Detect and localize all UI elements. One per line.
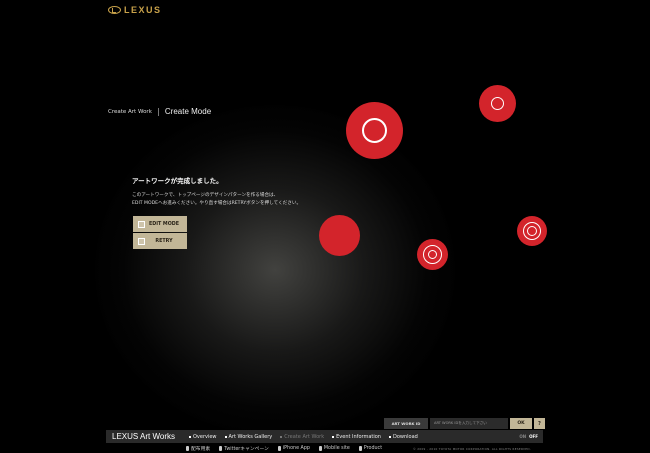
sub-link-distribution[interactable]: 配布用素: [186, 445, 210, 452]
sub-link-label: Twitterキャンペーン: [224, 447, 269, 452]
sub-link-label: iPhone App: [282, 446, 310, 451]
retry-label: RETRY: [155, 238, 173, 244]
sub-link-label: 配布用素: [191, 447, 211, 452]
completion-message-line2: EDIT MODEへお進みください。やり直す場合はRETRYボタンを押してくださ…: [132, 201, 302, 206]
circle-ring-inner: [428, 250, 437, 259]
breadcrumb-separator: [157, 107, 159, 116]
art-circle-large[interactable]: [346, 102, 403, 159]
file-icon: [186, 446, 189, 451]
sub-link-product[interactable]: Product: [358, 445, 383, 452]
breadcrumb: Create Art Work Create Mode: [108, 107, 211, 116]
completion-message: このアートワークで、トップページのデザインパターンを作る場合は、 EDIT MO…: [132, 192, 352, 208]
car-icon: [358, 446, 362, 451]
logo-text: LEXUS: [124, 5, 162, 15]
nav-overview[interactable]: Overview: [189, 434, 217, 440]
art-circle-solid[interactable]: [319, 215, 360, 256]
footer-nav: LEXUS Art Works Overview Art Works Galle…: [106, 430, 543, 443]
nav-download[interactable]: Download: [389, 434, 418, 440]
artwork-id-label: ART WORK ID: [384, 418, 428, 429]
circle-ring: [491, 97, 504, 110]
nav-brand[interactable]: LEXUS Art Works: [112, 432, 175, 441]
art-circle-double[interactable]: [417, 239, 448, 270]
sound-toggle[interactable]: ON OFF: [519, 434, 538, 439]
sub-link-iphone[interactable]: iPhone App: [277, 445, 310, 452]
sub-links: 配布用素 Twitterキャンペーン iPhone App Mobile sit…: [186, 445, 382, 452]
toggle-off[interactable]: OFF: [529, 434, 538, 439]
phone-icon: [277, 446, 281, 451]
lexus-logo[interactable]: LEXUS: [108, 5, 162, 15]
edit-mode-label: EDIT MODE: [148, 221, 180, 227]
artwork-ok-button[interactable]: OK: [510, 418, 532, 429]
edit-icon: [138, 220, 145, 228]
artwork-id-input[interactable]: ART WORK IDを入力して下さい: [430, 418, 508, 429]
lexus-emblem-icon: [108, 6, 121, 14]
artwork-id-bar: ART WORK ID ART WORK IDを入力して下さい OK ?: [384, 418, 545, 429]
art-circle-top-right[interactable]: [479, 85, 516, 122]
breadcrumb-parent[interactable]: Create Art Work: [108, 109, 152, 115]
sub-link-mobile[interactable]: Mobile site: [318, 445, 350, 452]
nav-event-information[interactable]: Event Information: [332, 434, 381, 440]
retry-button[interactable]: RETRY: [133, 233, 187, 249]
mobile-icon: [318, 446, 322, 451]
spotlight-glow: [95, 105, 455, 435]
retry-icon: [138, 237, 145, 245]
sub-link-twitter[interactable]: Twitterキャンペーン: [219, 445, 269, 452]
twitter-icon: [219, 446, 223, 451]
art-circle-right[interactable]: [517, 216, 547, 246]
copyright: © 2009 - 2010 TOYOTA MOTOR CORPORATION. …: [413, 447, 531, 451]
nav-gallery[interactable]: Art Works Gallery: [225, 434, 273, 440]
completion-title: アートワークが完成しました。: [132, 177, 223, 185]
breadcrumb-current: Create Mode: [164, 107, 212, 116]
sub-link-label: Product: [363, 446, 383, 451]
nav-create-art-work[interactable]: Create Art Work: [280, 434, 324, 440]
circle-ring-inner: [527, 226, 537, 236]
help-button[interactable]: ?: [534, 418, 545, 429]
sub-link-label: Mobile site: [323, 446, 350, 451]
circle-ring: [362, 118, 387, 143]
edit-mode-button[interactable]: EDIT MODE: [133, 216, 187, 232]
completion-message-line1: このアートワークで、トップページのデザインパターンを作る場合は、: [132, 193, 279, 198]
toggle-on[interactable]: ON: [519, 434, 526, 439]
